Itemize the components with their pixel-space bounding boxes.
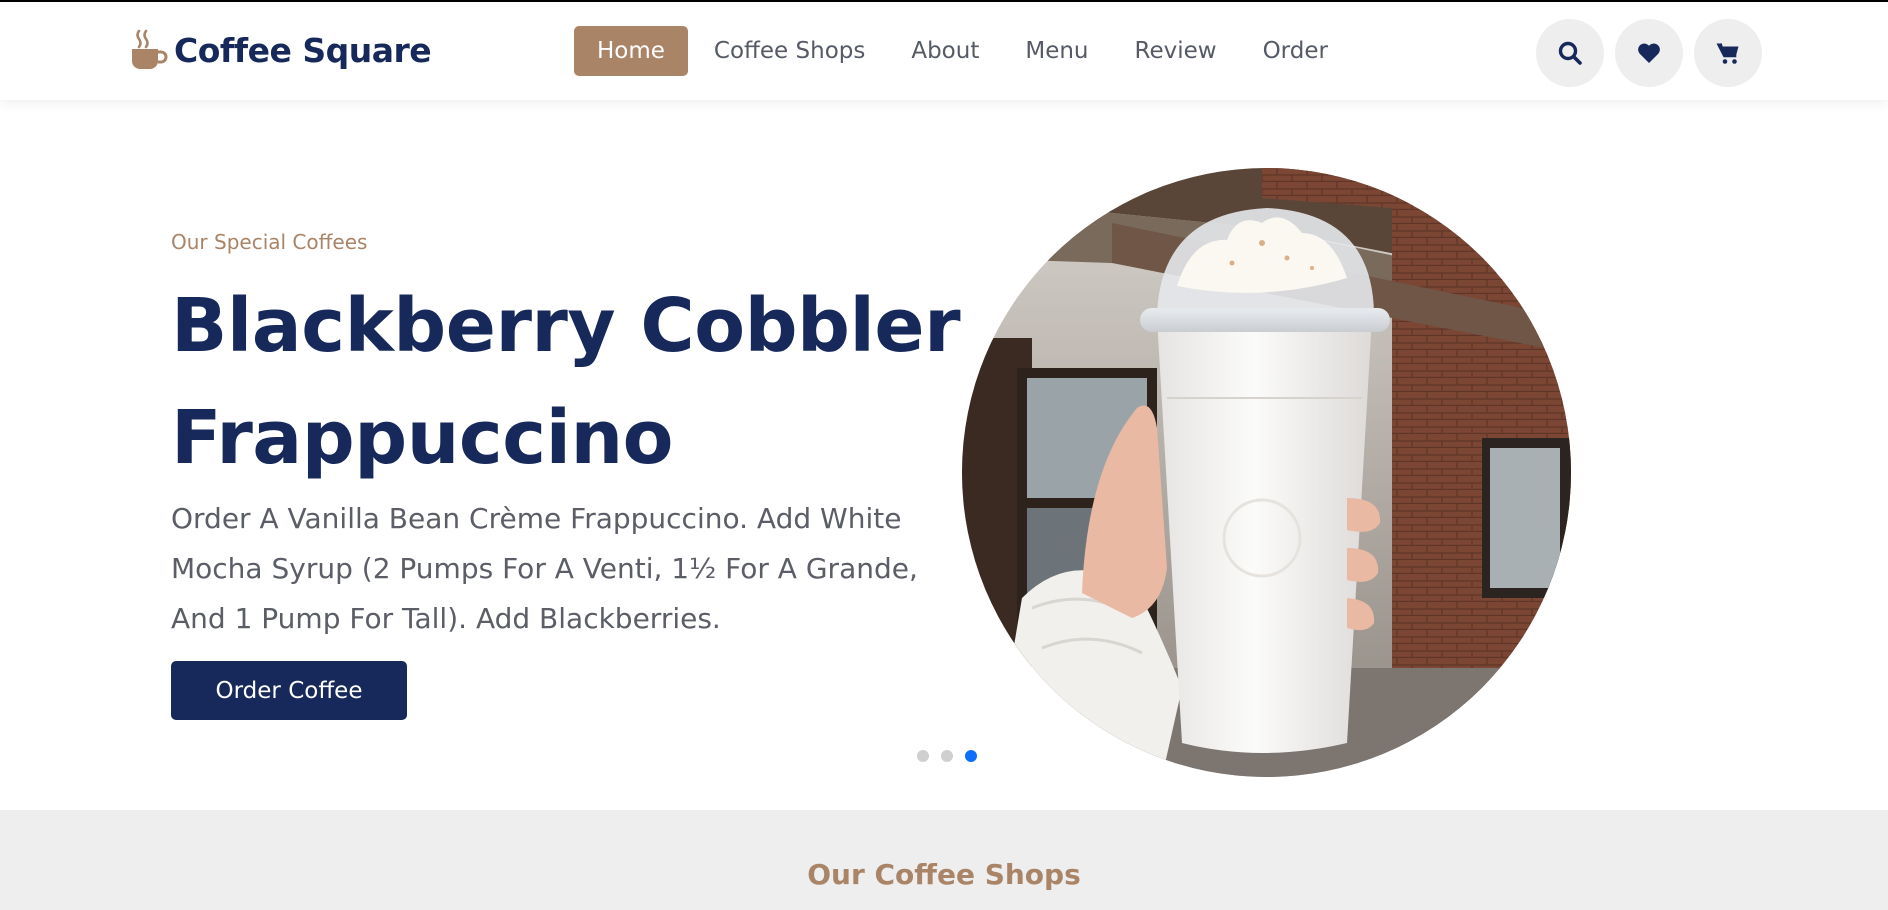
nav-about[interactable]: About	[888, 26, 1002, 76]
frappuccino-photo	[962, 168, 1571, 777]
cart-icon	[1716, 43, 1739, 64]
hero-title-line1: Blackberry Cobbler	[171, 283, 961, 369]
order-coffee-button[interactable]: Order Coffee	[171, 661, 407, 720]
heart-icon	[1638, 43, 1660, 63]
nav-order[interactable]: Order	[1240, 26, 1351, 76]
coffee-shops-heading: Our Coffee Shops	[807, 858, 1081, 891]
nav-coffee-shops[interactable]: Coffee Shops	[691, 26, 888, 76]
hero-eyebrow: Our Special Coffees	[171, 230, 368, 254]
brand-name: Coffee Square	[174, 30, 432, 70]
search-button[interactable]	[1536, 19, 1604, 87]
slide-dot-2[interactable]	[941, 750, 953, 762]
site-header: Coffee Square Home Coffee Shops About Me…	[0, 2, 1888, 100]
wishlist-button[interactable]	[1615, 19, 1683, 87]
main-nav: Home Coffee Shops About Menu Review Orde…	[574, 26, 1351, 76]
slider-dots	[917, 750, 977, 762]
coffee-cup-icon	[132, 29, 168, 69]
hero-title: Blackberry Cobbler Frappuccino	[171, 270, 971, 494]
hero-title-line2: Frappuccino	[171, 395, 674, 481]
search-icon	[1558, 41, 1582, 65]
nav-menu[interactable]: Menu	[1002, 26, 1111, 76]
brand-logo[interactable]: Coffee Square	[130, 28, 432, 72]
slide-dot-3[interactable]	[965, 750, 977, 762]
header-actions	[1536, 19, 1762, 87]
page: Coffee Square Home Coffee Shops About Me…	[0, 2, 1888, 910]
coffee-shops-section: Our Coffee Shops	[0, 810, 1888, 910]
hero-description: Order A Vanilla Bean Crème Frappuccino. …	[171, 502, 918, 635]
hero-coffee-image	[962, 168, 1571, 777]
nav-home[interactable]: Home	[574, 26, 688, 76]
cart-button[interactable]	[1694, 19, 1762, 87]
nav-review[interactable]: Review	[1112, 26, 1240, 76]
hero-slider: Our Special Coffees Blackberry Cobbler F…	[0, 100, 1888, 812]
slide-dot-1[interactable]	[917, 750, 929, 762]
